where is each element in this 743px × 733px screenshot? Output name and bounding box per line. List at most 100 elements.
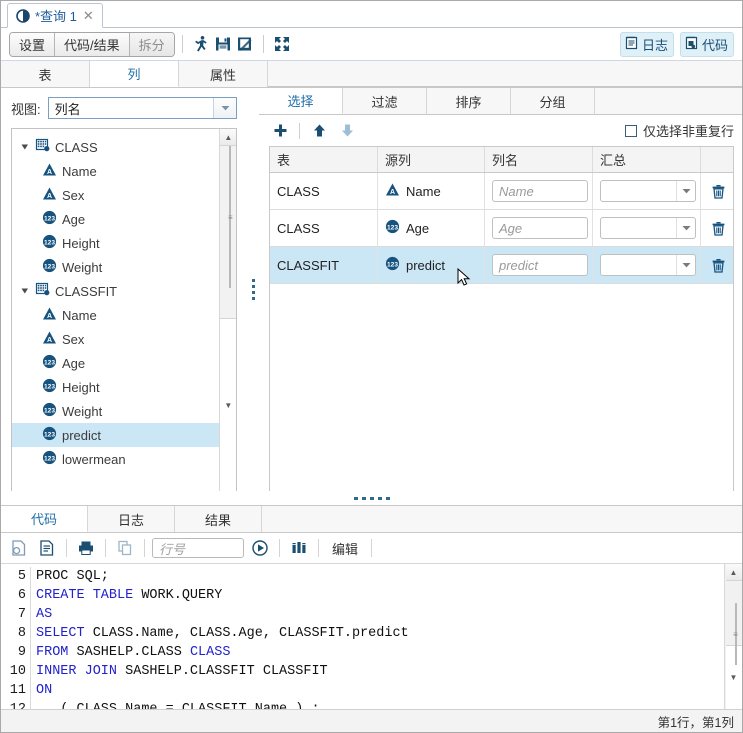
code-scroll-down-icon[interactable]: ▼ bbox=[725, 644, 742, 709]
cell-actions[interactable] bbox=[701, 247, 733, 283]
table-row[interactable]: CLASSFIT 123 predict predict bbox=[270, 247, 733, 284]
tree-item-sex[interactable]: A Sex bbox=[12, 183, 219, 207]
edit-button[interactable]: 编辑 bbox=[326, 539, 364, 558]
code-token: ON bbox=[36, 683, 53, 698]
save-as-icon[interactable] bbox=[234, 33, 256, 55]
segment-settings[interactable]: 设置 bbox=[10, 32, 56, 56]
cell-summary[interactable] bbox=[593, 173, 701, 209]
trash-icon[interactable] bbox=[708, 181, 728, 201]
code-preview-icon[interactable] bbox=[7, 537, 31, 559]
cell-source-column[interactable]: 123 Age bbox=[378, 210, 485, 246]
tree-item-height[interactable]: 123 Height bbox=[12, 375, 219, 399]
cell-table[interactable]: CLASS bbox=[270, 173, 378, 209]
table-row[interactable]: CLASS 123 Age Age bbox=[270, 210, 733, 247]
distinct-rows-checkbox-wrap[interactable]: 仅选择非重复行 bbox=[624, 121, 734, 140]
tree-item-lowermean[interactable]: 123 lowermean bbox=[12, 447, 219, 471]
tab-code[interactable]: 代码 bbox=[1, 506, 88, 532]
trash-icon[interactable] bbox=[708, 218, 728, 238]
tree-vertical-scrollbar[interactable]: ▲ ≡ ▼ bbox=[219, 129, 237, 491]
document-tab-query1[interactable]: *查询 1 ✕ bbox=[7, 3, 103, 28]
cell-column-name[interactable]: Age bbox=[485, 210, 593, 246]
code-editor[interactable]: 5 PROC SQL; 6 CREATE TABLE WORK.QUERY 7 AS 8 SE… bbox=[1, 563, 742, 709]
view-combo[interactable]: 列名 bbox=[47, 97, 238, 119]
tab-filter[interactable]: 过滤 bbox=[343, 88, 427, 114]
summary-select[interactable] bbox=[600, 254, 696, 276]
column-alias-input[interactable]: Age bbox=[492, 217, 588, 239]
code-button[interactable]: 代码 bbox=[679, 31, 734, 57]
tree-item-predict[interactable]: 123 predict bbox=[12, 423, 220, 447]
tab-log[interactable]: 日志 bbox=[88, 506, 175, 532]
upper-tab-bar: 表 列 属性 bbox=[1, 61, 742, 88]
tree-scroll-thumb[interactable]: ≡ bbox=[228, 146, 233, 288]
tab-group[interactable]: 分组 bbox=[511, 88, 595, 114]
plus-icon[interactable] bbox=[269, 120, 291, 142]
distinct-rows-checkbox[interactable] bbox=[624, 124, 637, 137]
twisty-expanded-icon[interactable] bbox=[20, 286, 30, 296]
scroll-up-icon[interactable]: ▲ bbox=[220, 129, 237, 146]
column-alias-input[interactable]: predict bbox=[492, 254, 588, 276]
summary-select[interactable] bbox=[600, 180, 696, 202]
svg-text:123: 123 bbox=[44, 431, 55, 438]
tab-results[interactable]: 结果 bbox=[175, 506, 262, 532]
cell-actions[interactable] bbox=[701, 173, 733, 209]
code-format-icon[interactable] bbox=[35, 537, 59, 559]
close-icon[interactable]: ✕ bbox=[82, 9, 95, 22]
save-icon[interactable] bbox=[212, 33, 234, 55]
chevron-down-icon[interactable] bbox=[213, 98, 237, 118]
tab-properties[interactable]: 属性 bbox=[179, 61, 268, 87]
segment-code-results[interactable]: 代码/结果 bbox=[55, 32, 130, 56]
vertical-splitter[interactable] bbox=[247, 88, 259, 491]
cell-source-column[interactable]: A Name bbox=[378, 173, 485, 209]
cell-table[interactable]: CLASS bbox=[270, 210, 378, 246]
summary-select[interactable] bbox=[600, 217, 696, 239]
column-type-icon: 123 bbox=[385, 219, 400, 237]
tree-item-name[interactable]: A Name bbox=[12, 159, 219, 183]
chevron-down-icon[interactable] bbox=[676, 181, 695, 201]
tree-item-name[interactable]: A Name bbox=[12, 303, 219, 327]
run-icon[interactable] bbox=[190, 33, 212, 55]
tree-item-weight[interactable]: 123 Weight bbox=[12, 255, 219, 279]
cell-column-name[interactable]: Name bbox=[485, 173, 593, 209]
tree-item-weight[interactable]: 123 Weight bbox=[12, 399, 219, 423]
print-icon[interactable] bbox=[74, 537, 98, 559]
table-row[interactable]: CLASS A Name Name bbox=[270, 173, 733, 210]
code-scroll-thumb[interactable]: ≡ bbox=[733, 603, 738, 665]
cell-table[interactable]: CLASSFIT bbox=[270, 247, 378, 283]
cell-source-column[interactable]: 123 predict bbox=[378, 247, 485, 283]
tree-item-sex[interactable]: A Sex bbox=[12, 327, 219, 351]
tree-item-height[interactable]: 123 Height bbox=[12, 231, 219, 255]
tab-sort[interactable]: 排序 bbox=[427, 88, 511, 114]
scroll-down-icon[interactable]: ▼ bbox=[220, 318, 237, 491]
copy-icon[interactable] bbox=[113, 537, 137, 559]
run-code-icon[interactable] bbox=[248, 537, 272, 559]
cell-summary[interactable] bbox=[593, 247, 701, 283]
columns-tree[interactable]: CLASS A Name A Sex 123 Age 123 Height 123 Weight CL… bbox=[12, 129, 220, 491]
code-scroll-up-icon[interactable]: ▲ bbox=[725, 564, 742, 581]
document-tab-strip: *查询 1 ✕ bbox=[1, 1, 742, 28]
segment-split[interactable]: 拆分 bbox=[129, 32, 174, 56]
log-button[interactable]: 日志 bbox=[619, 31, 674, 57]
twisty-expanded-icon[interactable] bbox=[20, 142, 30, 152]
arrow-up-icon[interactable] bbox=[308, 120, 330, 142]
chevron-down-icon[interactable] bbox=[676, 218, 695, 238]
cell-actions[interactable] bbox=[701, 210, 733, 246]
line-number-input[interactable]: 行号 bbox=[152, 538, 244, 558]
tab-select[interactable]: 选择 bbox=[259, 88, 343, 114]
trash-icon[interactable] bbox=[708, 255, 728, 275]
code-lines[interactable]: 5 PROC SQL; 6 CREATE TABLE WORK.QUERY 7 AS 8 SE… bbox=[1, 564, 724, 709]
tree-item-class[interactable]: CLASS bbox=[12, 135, 219, 159]
tab-columns[interactable]: 列 bbox=[90, 61, 179, 87]
code-vertical-scrollbar[interactable]: ▲ ≡ ▼ bbox=[724, 564, 742, 709]
arrow-down-icon[interactable] bbox=[336, 120, 358, 142]
chevron-down-icon[interactable] bbox=[676, 255, 695, 275]
column-alias-input[interactable]: Name bbox=[492, 180, 588, 202]
maximize-icon[interactable] bbox=[271, 33, 293, 55]
tab-tables[interactable]: 表 bbox=[1, 61, 90, 87]
tree-item-age[interactable]: 123 Age bbox=[12, 351, 219, 375]
cell-column-name[interactable]: predict bbox=[485, 247, 593, 283]
horizontal-splitter[interactable] bbox=[1, 491, 742, 505]
cell-summary[interactable] bbox=[593, 210, 701, 246]
tree-item-classfit[interactable]: CLASSFIT bbox=[12, 279, 219, 303]
analyze-icon[interactable] bbox=[287, 537, 311, 559]
tree-item-age[interactable]: 123 Age bbox=[12, 207, 219, 231]
